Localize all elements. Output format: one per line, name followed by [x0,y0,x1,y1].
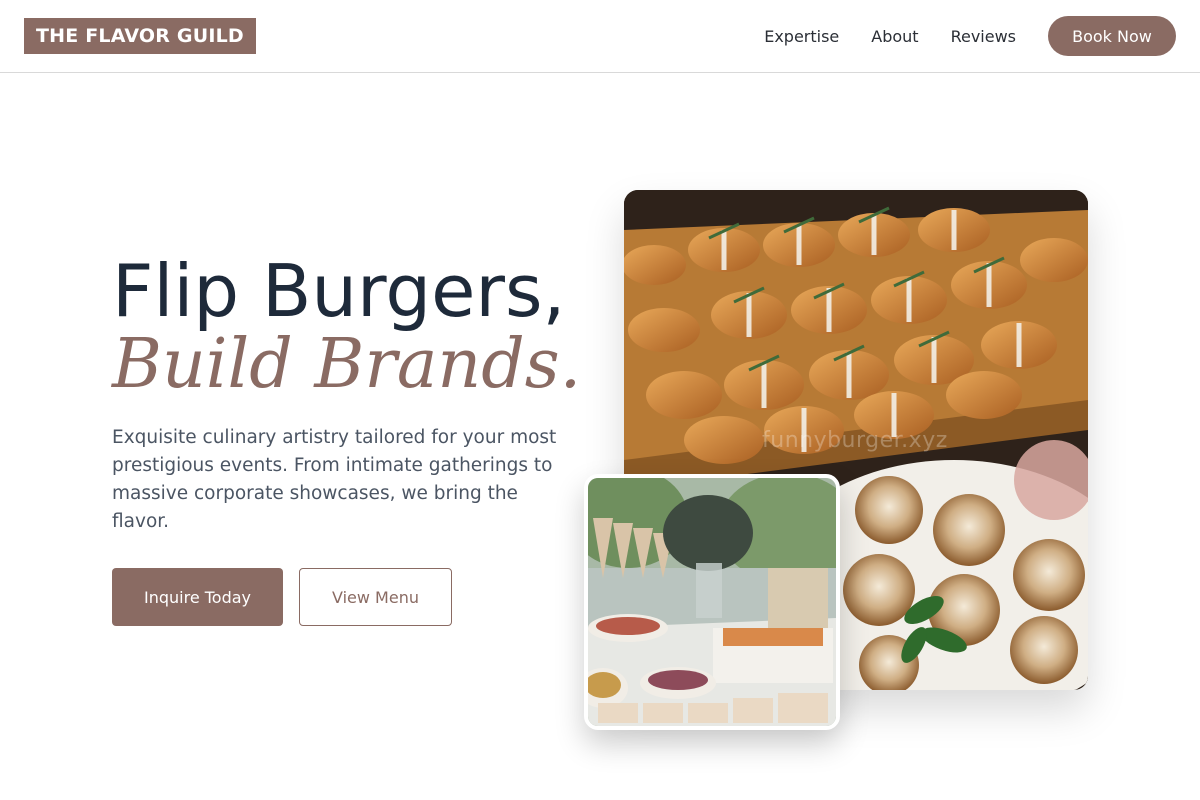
site-header: THE FLAVOR GUILD Expertise About Reviews… [0,0,1200,73]
nav-link-about[interactable]: About [871,27,918,46]
image-watermark: funnyburger.xyz [762,428,948,453]
brand-logo[interactable]: THE FLAVOR GUILD [24,18,256,54]
nav-link-reviews[interactable]: Reviews [951,27,1016,46]
hero-subtitle: Build Brands. [112,325,582,404]
nav-link-expertise[interactable]: Expertise [764,27,839,46]
hero-secondary-image [584,474,840,730]
book-now-button[interactable]: Book Now [1048,16,1176,56]
view-menu-button[interactable]: View Menu [299,568,452,626]
inquire-today-button[interactable]: Inquire Today [112,568,283,626]
hero-description: Exquisite culinary artistry tailored for… [112,427,557,532]
main-nav: Expertise About Reviews Book Now [764,16,1176,56]
hero-title: Flip Burgers, [112,249,566,333]
outdoor-buffet-illustration [588,478,836,726]
